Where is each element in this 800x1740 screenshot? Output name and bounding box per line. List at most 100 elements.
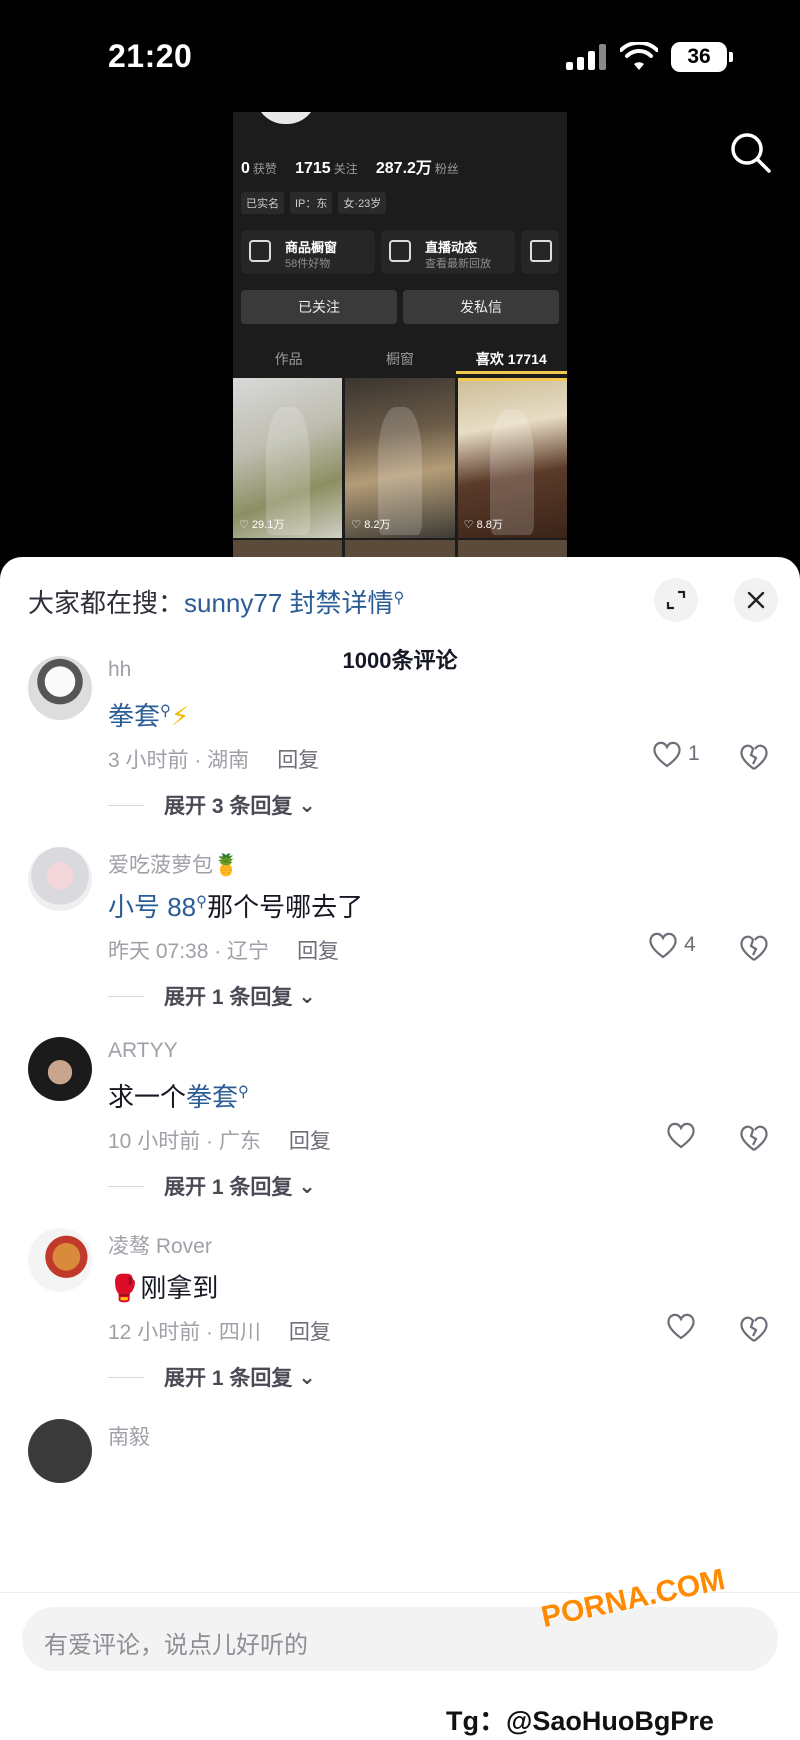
expand-replies-button[interactable]: 展开 1 条回复 ⌄ bbox=[108, 981, 316, 1011]
like-count: 1 bbox=[688, 742, 700, 765]
battery-indicator: 36 bbox=[671, 42, 733, 72]
trending-search-keyword[interactable]: sunny77 封禁详情 bbox=[184, 588, 394, 618]
thumbnail-likes: ♡ 8.8万 bbox=[463, 519, 503, 531]
avatar[interactable] bbox=[28, 656, 92, 720]
reply-button[interactable]: 回复 bbox=[277, 749, 319, 772]
comment-input-placeholder: 有爱评论，说点儿好听的 bbox=[44, 1632, 308, 1659]
live-tv-icon bbox=[389, 240, 411, 262]
dislike-broken-heart-icon[interactable] bbox=[738, 740, 770, 772]
tag-verified: 已实名 bbox=[241, 192, 284, 214]
comment-author[interactable]: ARTYY bbox=[108, 1039, 178, 1063]
watermark-handle: Tg：@SaoHuoBgPre bbox=[446, 1706, 714, 1736]
thumbnail: ♡ 8.8万 bbox=[457, 378, 567, 538]
comment-item: ARTYY 求一个拳套⚲ 10 小时前 · 广东 回复 展开 1 条回复 ⌄ bbox=[0, 1037, 800, 1237]
comment-author[interactable]: hh bbox=[108, 658, 131, 682]
status-time: 21:20 bbox=[108, 38, 193, 74]
comment-meta: 昨天 07:38 · 辽宁 回复 bbox=[108, 935, 339, 965]
thumbnail: ♡ 29.1万 bbox=[233, 378, 343, 538]
thumbnail-likes: ♡ 8.2万 bbox=[351, 519, 391, 531]
heart-icon bbox=[653, 741, 681, 768]
close-icon bbox=[747, 591, 765, 609]
tab-likes: 喜欢 17714 bbox=[455, 344, 567, 374]
tab-shop: 橱窗 bbox=[385, 351, 414, 367]
shop-bag-icon bbox=[249, 240, 271, 262]
avatar[interactable] bbox=[28, 1228, 92, 1292]
search-small-icon: ⚲ bbox=[238, 1083, 250, 1101]
search-icon[interactable] bbox=[728, 130, 772, 174]
trending-search[interactable]: 大家都在搜：sunny77 封禁详情⚲ bbox=[28, 583, 405, 620]
comment-meta: 3 小时前 · 湖南 回复 bbox=[108, 744, 319, 774]
preview-tabs: 作品 橱窗 喜欢 17714 bbox=[233, 344, 567, 374]
comment-keyword[interactable]: 小号 88 bbox=[108, 892, 196, 922]
expand-replies-button[interactable]: 展开 1 条回复 ⌄ bbox=[108, 1171, 316, 1201]
thumbnail: ♡ 8.2万 bbox=[345, 378, 455, 538]
close-button[interactable] bbox=[734, 578, 778, 622]
wifi-icon bbox=[620, 42, 658, 70]
following-button: 已关注 bbox=[241, 290, 397, 324]
like-button[interactable] bbox=[666, 1312, 702, 1340]
trending-search-prefix: 大家都在搜： bbox=[28, 588, 185, 618]
reply-button[interactable]: 回复 bbox=[289, 1321, 331, 1344]
shop-window-sub: 58件好物 bbox=[285, 258, 331, 270]
comment-keyword[interactable]: 拳套 bbox=[186, 1082, 238, 1112]
stat-followers-value: 287.2万 bbox=[375, 160, 432, 177]
expand-button[interactable] bbox=[654, 578, 698, 622]
reply-button[interactable]: 回复 bbox=[297, 940, 339, 963]
comment-item: 凌骜 Rover 🥊刚拿到 12 小时前 · 四川 回复 展开 1 条回复 ⌄ bbox=[0, 1228, 800, 1428]
avatar[interactable] bbox=[28, 1419, 92, 1483]
comment-input[interactable]: 有爱评论，说点儿好听的 bbox=[22, 1607, 778, 1671]
shop-window-title: 商品橱窗 bbox=[285, 240, 338, 255]
preview-stats: 0 获赞 1715 关注 287.2万 粉丝 bbox=[241, 154, 473, 178]
message-button: 发私信 bbox=[403, 290, 559, 324]
live-sub: 查看最新回放 bbox=[425, 258, 491, 270]
comment-item: hh 拳套⚲⚡ 3 小时前 · 湖南 回复 1 展开 3 条回复 ⌄ bbox=[0, 656, 800, 856]
dislike-broken-heart-icon[interactable] bbox=[738, 1121, 770, 1153]
comment-text: 求一个拳套⚲ bbox=[108, 1082, 250, 1112]
heart-icon bbox=[667, 1313, 695, 1340]
search-small-icon: ⚲ bbox=[196, 893, 208, 911]
stat-followers-label: 粉丝 bbox=[434, 162, 459, 176]
stat-following-label: 关注 bbox=[333, 162, 358, 176]
like-button[interactable]: 4 bbox=[648, 931, 696, 959]
comment-author[interactable]: 凌骜 Rover bbox=[108, 1230, 212, 1260]
tag-gender-age: 女·23岁 bbox=[338, 192, 387, 214]
comment-author[interactable]: 南毅 bbox=[108, 1421, 150, 1451]
thumbnail-likes: ♡ 29.1万 bbox=[239, 519, 285, 531]
comment-keyword[interactable]: 拳套 bbox=[108, 701, 160, 731]
tab-works: 作品 bbox=[274, 351, 303, 367]
comment-item: 爱吃菠萝包🍍 小号 88⚲那个号哪去了 昨天 07:38 · 辽宁 回复 4 展开… bbox=[0, 847, 800, 1047]
reply-button[interactable]: 回复 bbox=[289, 1130, 331, 1153]
expand-replies-button[interactable]: 展开 1 条回复 ⌄ bbox=[108, 1362, 316, 1392]
search-small-icon: ⚲ bbox=[160, 702, 172, 720]
dislike-broken-heart-icon[interactable] bbox=[738, 1312, 770, 1344]
tag-ip: IP：东 bbox=[290, 192, 333, 214]
preview-next-row bbox=[233, 540, 567, 557]
heart-icon bbox=[649, 932, 677, 959]
like-button[interactable] bbox=[666, 1121, 702, 1149]
stat-likes-label: 获赞 bbox=[252, 162, 277, 176]
comment-text: 拳套⚲⚡ bbox=[108, 701, 190, 731]
stat-following-value: 1715 bbox=[295, 160, 331, 177]
comment-time-location: 12 小时前 · 四川 bbox=[108, 1321, 261, 1344]
comment-time-location: 3 小时前 · 湖南 bbox=[108, 749, 250, 772]
comment-time-location: 昨天 07:38 · 辽宁 bbox=[108, 940, 270, 963]
preview-buttons: 已关注 发私信 bbox=[241, 290, 559, 324]
comment-meta: 10 小时前 · 广东 回复 bbox=[108, 1125, 331, 1155]
comment-meta: 12 小时前 · 四川 回复 bbox=[108, 1316, 331, 1346]
expand-icon bbox=[666, 590, 686, 610]
v-badge-icon bbox=[530, 240, 552, 262]
like-count: 4 bbox=[684, 933, 696, 956]
preview-cards: 商品橱窗 58件好物 直播动态 查看最新回放 bbox=[241, 230, 559, 274]
expand-replies-button[interactable]: 展开 3 条回复 ⌄ bbox=[108, 790, 316, 820]
dislike-broken-heart-icon[interactable] bbox=[738, 931, 770, 963]
v-badge-card bbox=[521, 230, 559, 274]
status-bar: 21:20 36 bbox=[0, 0, 800, 110]
like-button[interactable]: 1 bbox=[652, 740, 700, 768]
preview-avatar bbox=[255, 112, 317, 124]
profile-preview-image[interactable]: 0 获赞 1715 关注 287.2万 粉丝 已实名 IP：东 女·23岁 商品橱窗 … bbox=[233, 112, 567, 557]
preview-thumbnails: ♡ 29.1万 ♡ 8.2万 ♡ 8.8万 bbox=[233, 378, 567, 538]
avatar[interactable] bbox=[28, 847, 92, 911]
avatar[interactable] bbox=[28, 1037, 92, 1101]
comment-author[interactable]: 爱吃菠萝包🍍 bbox=[108, 849, 239, 879]
comment-text: 🥊刚拿到 bbox=[108, 1273, 219, 1303]
